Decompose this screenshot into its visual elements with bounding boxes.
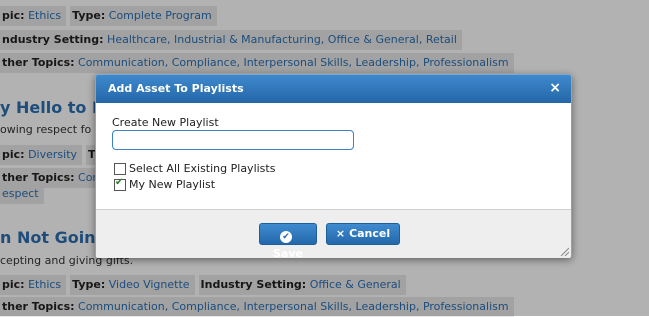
select-all-checkbox[interactable] [114,163,126,175]
new-playlist-name-input[interactable] [112,130,354,150]
select-all-label[interactable]: Select All Existing Playlists [129,162,275,175]
playlist-checkbox[interactable] [114,177,126,191]
save-button-label: Save [273,247,303,260]
save-button[interactable]: ✔ Save [259,223,317,260]
check-circle-icon: ✔ [280,231,292,243]
dialog-footer: ✔ Save × Cancel [96,209,571,260]
cancel-button[interactable]: × Cancel [326,223,400,245]
create-playlist-label: Create New Playlist [112,116,219,129]
dialog-title: Add Asset To Playlists [108,82,244,95]
close-icon[interactable]: × [549,80,561,96]
playlist-label[interactable]: My New Playlist [129,178,215,191]
cancel-button-label: Cancel [349,227,391,240]
dialog-titlebar[interactable]: Add Asset To Playlists × [96,75,571,103]
add-to-playlist-dialog: Add Asset To Playlists × Create New Play… [95,74,572,260]
resize-handle-icon[interactable] [559,246,569,256]
x-icon: × [335,227,346,240]
